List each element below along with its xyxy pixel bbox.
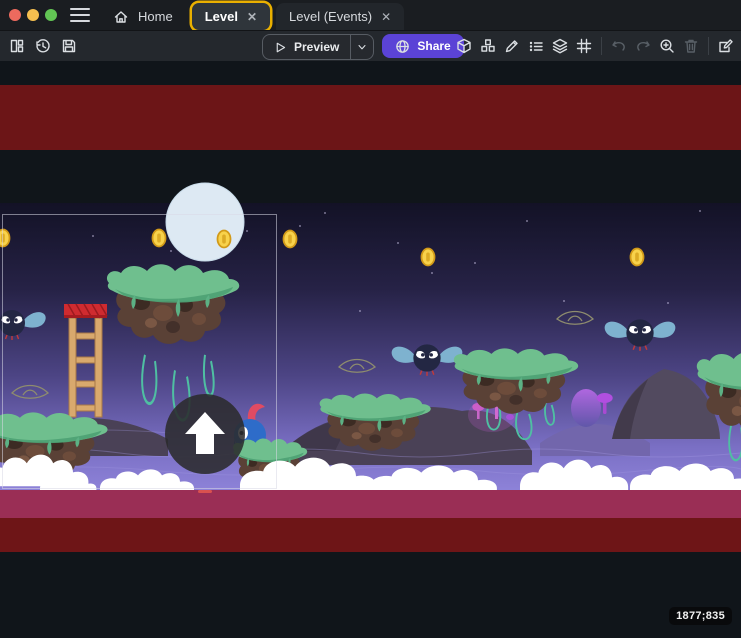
preview-button[interactable]: Preview [262,34,374,60]
instances-list-icon[interactable] [524,34,548,58]
coin[interactable] [284,231,297,248]
scene-render [0,61,741,638]
tab-level-events[interactable]: Level (Events) ✕ [276,3,404,30]
scene-editor-canvas[interactable]: 1877;835 [0,61,741,638]
tab-label: Home [138,9,173,24]
play-icon [274,41,287,54]
tab-level[interactable]: Level ✕ [192,3,270,30]
minimize-window-button[interactable] [27,9,39,21]
preview-dropdown-button[interactable] [351,35,373,59]
trash-icon[interactable] [679,34,703,58]
edit-pencil-icon[interactable] [500,34,524,58]
close-tab-icon[interactable]: ✕ [247,11,257,23]
red-dash [198,490,212,493]
top-red-band [0,85,741,150]
tab-label: Level (Events) [289,9,372,24]
tab-bar: Home Level ✕ Level (Events) ✕ [100,0,404,30]
undo-icon[interactable] [607,34,631,58]
window-controls [9,9,57,21]
coin[interactable] [218,231,231,248]
globe-icon [395,39,410,54]
grid-icon[interactable] [572,34,596,58]
zoom-in-icon[interactable] [655,34,679,58]
preview-label: Preview [294,40,339,54]
redo-icon[interactable] [631,34,655,58]
bottom-pink-band [0,490,741,518]
coin[interactable] [422,249,435,266]
toolbar: Preview Share [0,30,741,61]
chevron-down-icon [356,41,368,53]
toolbar-left [5,34,81,58]
layers-icon[interactable] [548,34,572,58]
menu-icon[interactable] [70,8,90,22]
jump-button-overlay[interactable] [165,394,245,474]
tab-home[interactable]: Home [100,3,186,30]
moon[interactable] [166,183,244,261]
panels-layout-icon[interactable] [5,34,29,58]
close-window-button[interactable] [9,9,21,21]
coin[interactable] [153,230,166,247]
toolbar-right [452,34,738,58]
home-icon [113,9,129,25]
toolbar-center: Preview Share [262,34,464,60]
edit-scene-properties-icon[interactable] [714,34,738,58]
coin[interactable] [631,249,644,266]
cursor-coordinates-badge: 1877;835 [669,607,732,625]
save-icon[interactable] [57,34,81,58]
bottom-red-band [0,518,741,552]
gdevelop-window: { "titlebar": { "window_controls": ["clo… [0,0,741,637]
history-icon[interactable] [31,34,55,58]
coin[interactable] [0,230,10,247]
close-tab-icon[interactable]: ✕ [381,11,391,23]
zoom-window-button[interactable] [45,9,57,21]
objects-cube-icon[interactable] [452,34,476,58]
titlebar: Home Level ✕ Level (Events) ✕ [0,0,741,30]
tab-label: Level [205,9,238,24]
share-label: Share [417,39,450,53]
object-groups-icon[interactable] [476,34,500,58]
